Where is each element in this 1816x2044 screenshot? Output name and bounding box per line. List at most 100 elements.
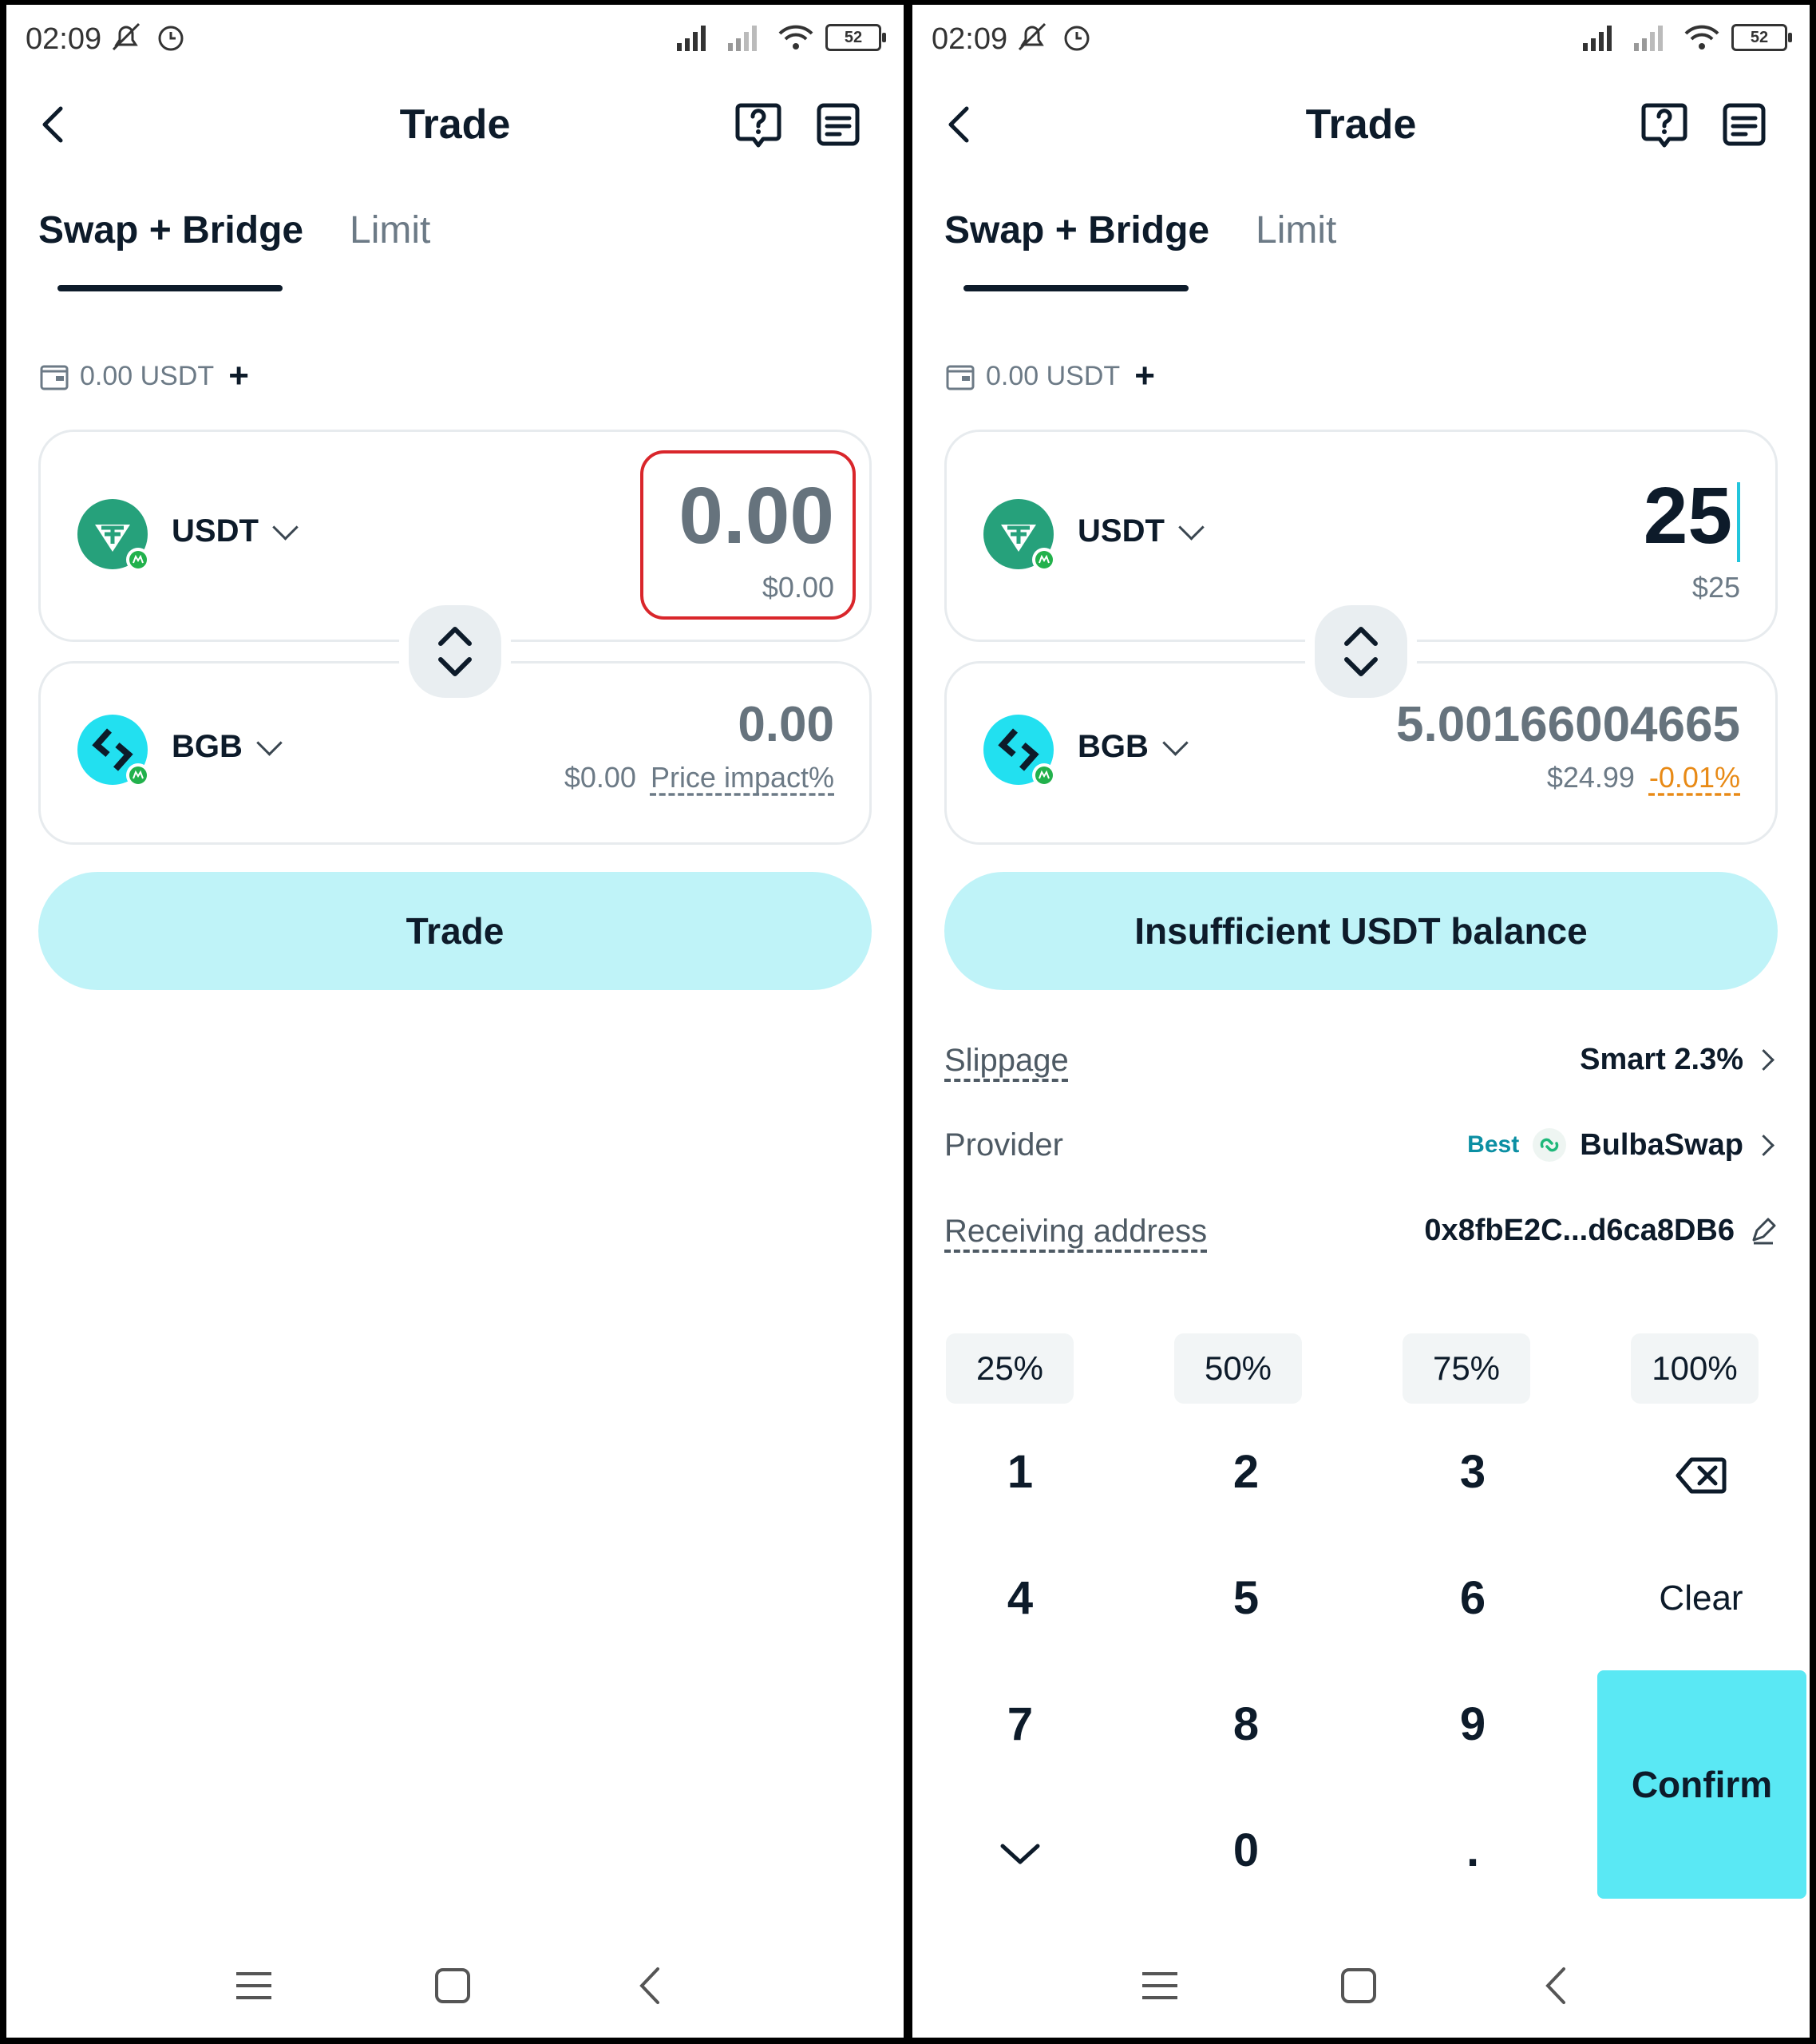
percent-100-button[interactable]: 100% [1631,1333,1759,1404]
key-8[interactable]: 8 [1166,1677,1326,1773]
from-usd-value: $25 [1691,571,1740,604]
nav-menu-icon[interactable] [1136,1966,1184,2006]
key-decimal[interactable]: . [1393,1803,1553,1899]
edit-icon[interactable] [1747,1216,1778,1246]
percent-75-button[interactable]: 75% [1403,1333,1530,1404]
status-bar: 02:09 52 [6,5,904,77]
nav-home-icon[interactable] [1335,1963,1382,2009]
chevron-right-icon [1753,1134,1774,1156]
key-3[interactable]: 3 [1393,1424,1553,1520]
help-icon[interactable] [733,99,784,150]
balance-row: 0.00 USDT + [944,356,1155,396]
history-icon[interactable] [813,99,864,150]
swap-direction-button[interactable] [1305,596,1417,707]
trade-button[interactable]: Trade [38,872,872,990]
key-0[interactable]: 0 [1166,1803,1326,1899]
wifi-icon [778,25,813,50]
balance-text: 0.00 USDT [986,360,1121,391]
tab-swap-bridge[interactable]: Swap + Bridge [38,208,303,252]
nav-back-icon[interactable] [631,1963,671,2009]
key-4[interactable]: 4 [940,1551,1100,1646]
to-token-selector[interactable]: BGB [172,729,283,765]
signal-icon [677,26,706,51]
to-amount: 0.00 [738,697,834,752]
swap-direction-button[interactable] [399,596,511,707]
system-nav-bar [6,1942,904,2038]
provider-row[interactable]: Provider Best BulbaSwap [944,1119,1778,1175]
chevron-down-icon [1162,730,1189,756]
wifi-icon [1684,25,1719,50]
chevron-down-icon [1178,514,1205,541]
bgb-logo-icon[interactable] [77,715,151,788]
status-bar: 02:09 52 [912,5,1810,77]
signal-icon [1583,26,1612,51]
battery-icon: 52 [1731,24,1792,51]
slippage-row[interactable]: Slippage Smart 2.3% [944,1035,1778,1091]
insufficient-balance-button[interactable]: Insufficient USDT balance [944,872,1778,990]
key-7[interactable]: 7 [940,1677,1100,1773]
percent-25-button[interactable]: 25% [946,1333,1074,1404]
clear-button[interactable]: Clear [1621,1551,1781,1646]
confirm-button[interactable]: Confirm [1597,1670,1806,1899]
from-token-symbol: USDT [1078,513,1165,549]
numeric-keypad: 25% 50% 75% 100% 1 2 3 4 5 6 Clear 7 8 9… [912,1305,1810,1943]
key-5[interactable]: 5 [1166,1551,1326,1646]
key-6[interactable]: 6 [1393,1551,1553,1646]
slippage-value: Smart 2.3% [1580,1043,1743,1076]
usdt-logo-icon[interactable] [77,499,151,572]
history-icon[interactable] [1719,99,1770,150]
nav-menu-icon[interactable] [230,1966,278,2006]
bgb-logo-icon[interactable] [983,715,1057,788]
nav-home-icon[interactable] [429,1963,476,2009]
from-amount-input[interactable]: 25 [1644,472,1740,562]
left-screen: 02:09 52 Trade Swap + Bridge Limit 0.00 … [6,5,904,2038]
backspace-icon [1676,1457,1727,1494]
status-time: 02:09 [26,22,102,56]
chevron-down-icon [256,730,283,756]
to-token-selector[interactable]: BGB [1078,729,1189,765]
signal-weak-icon [728,26,757,51]
to-usd-row: $24.99 -0.01% [1547,761,1740,794]
wallet-icon [946,365,975,390]
chevron-down-icon [272,514,299,541]
signal-weak-icon [1634,26,1663,51]
receiving-address-row[interactable]: Receiving address 0x8fbE2C...d6ca8DB6 [944,1206,1778,1262]
battery-icon: 52 [825,24,886,51]
key-2[interactable]: 2 [1166,1424,1326,1520]
swap-direction-icon [438,627,472,676]
best-badge: Best [1467,1131,1520,1158]
price-impact[interactable]: -0.01% [1649,761,1740,794]
mute-icon [1018,22,1046,51]
percent-50-button[interactable]: 50% [1174,1333,1302,1404]
bulbaswap-logo-icon [1533,1128,1567,1162]
help-icon[interactable] [1639,99,1690,150]
active-tab-indicator [963,285,1189,291]
key-9[interactable]: 9 [1393,1677,1553,1773]
collapse-keypad-button[interactable] [940,1803,1100,1899]
from-token-selector[interactable]: USDT [172,513,299,549]
from-token-selector[interactable]: USDT [1078,513,1205,549]
key-1[interactable]: 1 [940,1424,1100,1520]
header: Trade [6,85,904,172]
right-screen: 02:09 52 Trade Swap + Bridge Limit 0.00 … [912,5,1810,2038]
status-time: 02:09 [932,22,1008,56]
backspace-button[interactable] [1621,1424,1781,1520]
price-impact[interactable]: Price impact% [651,761,834,794]
mute-icon [112,22,140,51]
plus-icon[interactable]: + [1134,358,1155,394]
tab-limit[interactable]: Limit [350,208,430,252]
to-usd-value: $24.99 [1546,761,1635,794]
alarm-icon [158,26,184,51]
alarm-icon [1064,26,1090,51]
usdt-logo-icon[interactable] [983,499,1057,572]
wallet-icon [40,365,69,390]
receiving-address-value: 0x8fbE2C...d6ca8DB6 [1424,1214,1735,1247]
provider-label: Provider [944,1127,1063,1163]
plus-icon[interactable]: + [228,358,249,394]
from-token-symbol: USDT [172,513,259,549]
header: Trade [912,85,1810,172]
tab-swap-bridge[interactable]: Swap + Bridge [944,208,1209,252]
swap-direction-icon [1344,627,1378,676]
tab-limit[interactable]: Limit [1256,208,1336,252]
nav-back-icon[interactable] [1537,1963,1577,2009]
